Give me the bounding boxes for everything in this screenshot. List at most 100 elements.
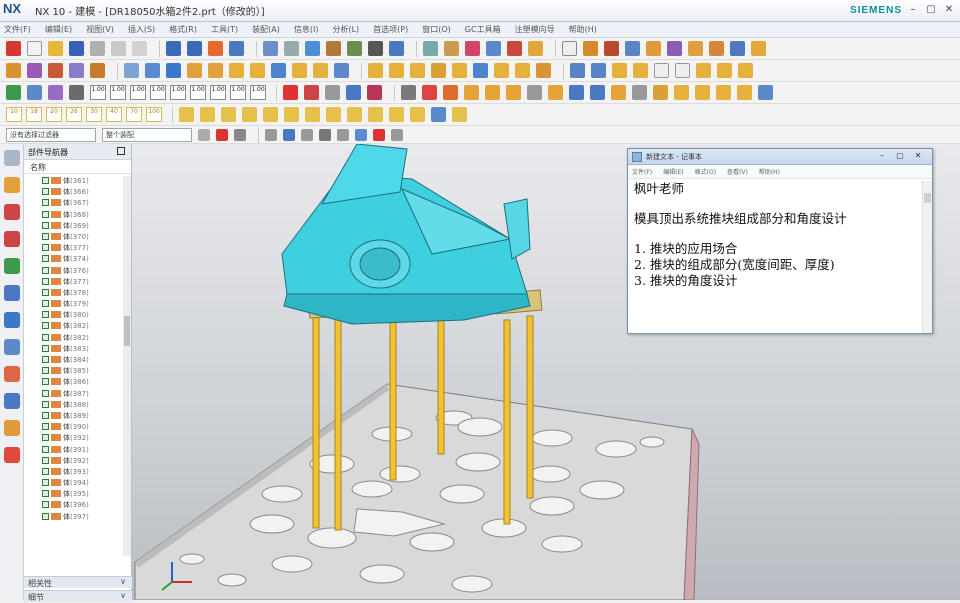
visibility-checkbox[interactable] [42, 244, 49, 252]
line-weight-icon[interactable]: 40 [106, 107, 122, 122]
tree-node[interactable]: 体(396) [24, 500, 124, 511]
chevron-down-icon[interactable]: ∨ [120, 591, 126, 600]
tool-icon-j[interactable] [590, 85, 605, 100]
view-orient-icon[interactable] [263, 41, 278, 56]
mold-icon-7[interactable] [709, 41, 724, 56]
details-panel[interactable]: 细节 ∨ [24, 590, 132, 602]
width-icon-1[interactable] [179, 107, 194, 122]
project-icon[interactable] [717, 63, 732, 78]
width-icon-2[interactable] [200, 107, 215, 122]
tree-node[interactable]: 体(369) [24, 221, 124, 232]
snap-center-icon[interactable] [319, 128, 331, 141]
visibility-checkbox[interactable] [42, 188, 49, 196]
visibility-checkbox[interactable] [42, 434, 49, 442]
draft-icon[interactable] [271, 63, 286, 78]
visibility-checkbox[interactable] [42, 322, 49, 330]
orient-icon[interactable] [465, 41, 480, 56]
part-navigator-icon[interactable] [4, 231, 20, 247]
trim-icon[interactable] [313, 63, 328, 78]
settings-gear-icon[interactable] [4, 150, 20, 166]
boss-icon[interactable] [187, 63, 202, 78]
measure-value-icon[interactable]: 1.00 [110, 85, 126, 100]
line-weight-icon[interactable]: 26 [66, 107, 82, 122]
chamfer-icon[interactable] [389, 63, 404, 78]
mold-icon-2[interactable] [604, 41, 619, 56]
measure-value-icon[interactable]: 1.00 [210, 85, 226, 100]
select-icon[interactable] [208, 41, 223, 56]
visibility-checkbox[interactable] [42, 344, 49, 352]
web-browser-icon[interactable] [4, 285, 20, 301]
mold-icon-9[interactable] [751, 41, 766, 56]
menu-assemblies[interactable]: 装配(A) [252, 24, 280, 35]
visibility-checkbox[interactable] [42, 333, 49, 341]
pattern-icon-2[interactable] [166, 63, 181, 78]
tool-icon-i[interactable] [569, 85, 584, 100]
maximize-panel-icon[interactable] [117, 147, 125, 155]
snap-quad-icon[interactable] [337, 128, 349, 141]
select-all-icon[interactable] [198, 128, 210, 141]
spline-icon[interactable] [696, 63, 711, 78]
extrude-icon[interactable] [27, 63, 42, 78]
visibility-checkbox[interactable] [42, 288, 49, 296]
process-studio-icon[interactable] [4, 393, 20, 409]
menu-file[interactable]: 文件(F) [4, 24, 31, 35]
width-icon-11[interactable] [389, 107, 404, 122]
width-icon-8[interactable] [326, 107, 341, 122]
paste-icon[interactable] [132, 41, 147, 56]
copy-icon[interactable] [111, 41, 126, 56]
notepad-menu-help[interactable]: 帮助(H) [759, 167, 780, 176]
notepad-text-area[interactable]: 枫叶老师 模具顶出系统推块组成部分和角度设计 1. 推块的应用场合 2. 推块的… [634, 181, 920, 331]
tree-node[interactable]: 体(389) [24, 411, 124, 422]
menu-preferences[interactable]: 首选项(P) [373, 24, 408, 35]
edge-blend-icon[interactable] [368, 63, 383, 78]
chevron-down-icon[interactable]: ∨ [120, 577, 126, 586]
menu-view[interactable]: 视图(V) [86, 24, 114, 35]
tree-node[interactable]: 体(392) [24, 456, 124, 467]
start-icon[interactable] [6, 41, 21, 56]
dimension-icon[interactable] [528, 41, 543, 56]
visibility-checkbox[interactable] [42, 400, 49, 408]
open-folder-icon[interactable] [48, 41, 63, 56]
measure-value-icon[interactable]: 1.00 [190, 85, 206, 100]
tool-icon-h[interactable] [548, 85, 563, 100]
notepad-menu-edit[interactable]: 编辑(E) [663, 167, 683, 176]
snap-end-icon[interactable] [283, 128, 295, 141]
visibility-checkbox[interactable] [42, 300, 49, 308]
visibility-checkbox[interactable] [42, 177, 49, 184]
line-icon[interactable] [633, 63, 648, 78]
tool-icon-k[interactable] [611, 85, 626, 100]
menu-information[interactable]: 信息(I) [294, 24, 319, 35]
unite-icon[interactable] [90, 63, 105, 78]
notepad-close-button[interactable]: ✕ [910, 151, 926, 162]
tool-icon-n[interactable] [674, 85, 689, 100]
tool-icon-f[interactable] [506, 85, 521, 100]
tree-node[interactable]: 体(379) [24, 299, 124, 310]
replace-face-icon[interactable] [494, 63, 509, 78]
delete-face-icon[interactable] [515, 63, 530, 78]
tool-icon-p[interactable] [716, 85, 731, 100]
menu-window[interactable]: 窗口(O) [422, 24, 451, 35]
constraint-navigator-icon[interactable] [4, 204, 20, 220]
snap-mid-icon[interactable] [301, 128, 313, 141]
clock-icon[interactable] [4, 339, 20, 355]
mold-icon-5[interactable] [667, 41, 682, 56]
assembly-navigator-icon[interactable] [4, 177, 20, 193]
visibility-checkbox[interactable] [42, 232, 49, 240]
move-icon[interactable] [507, 41, 522, 56]
tree-node[interactable]: 体(388) [24, 400, 124, 411]
navigator-column-header[interactable]: 名称 [24, 160, 131, 174]
tree-node[interactable]: 体(386) [24, 377, 124, 388]
measure-value-icon[interactable]: 1.00 [150, 85, 166, 100]
navigator-scrollbar[interactable] [123, 176, 131, 556]
pocket-icon[interactable] [208, 63, 223, 78]
rib-icon[interactable] [250, 63, 265, 78]
history-icon[interactable] [4, 312, 20, 328]
fit-icon[interactable] [284, 41, 299, 56]
tree-node[interactable]: 体(392) [24, 433, 124, 444]
visibility-checkbox[interactable] [42, 266, 49, 274]
snap-exist-icon[interactable] [355, 128, 367, 141]
line-weight-icon[interactable]: 10 [6, 107, 22, 122]
visibility-checkbox[interactable] [42, 490, 49, 498]
tree-node[interactable]: 体(368) [24, 210, 124, 221]
rectangle-icon[interactable] [675, 63, 690, 78]
